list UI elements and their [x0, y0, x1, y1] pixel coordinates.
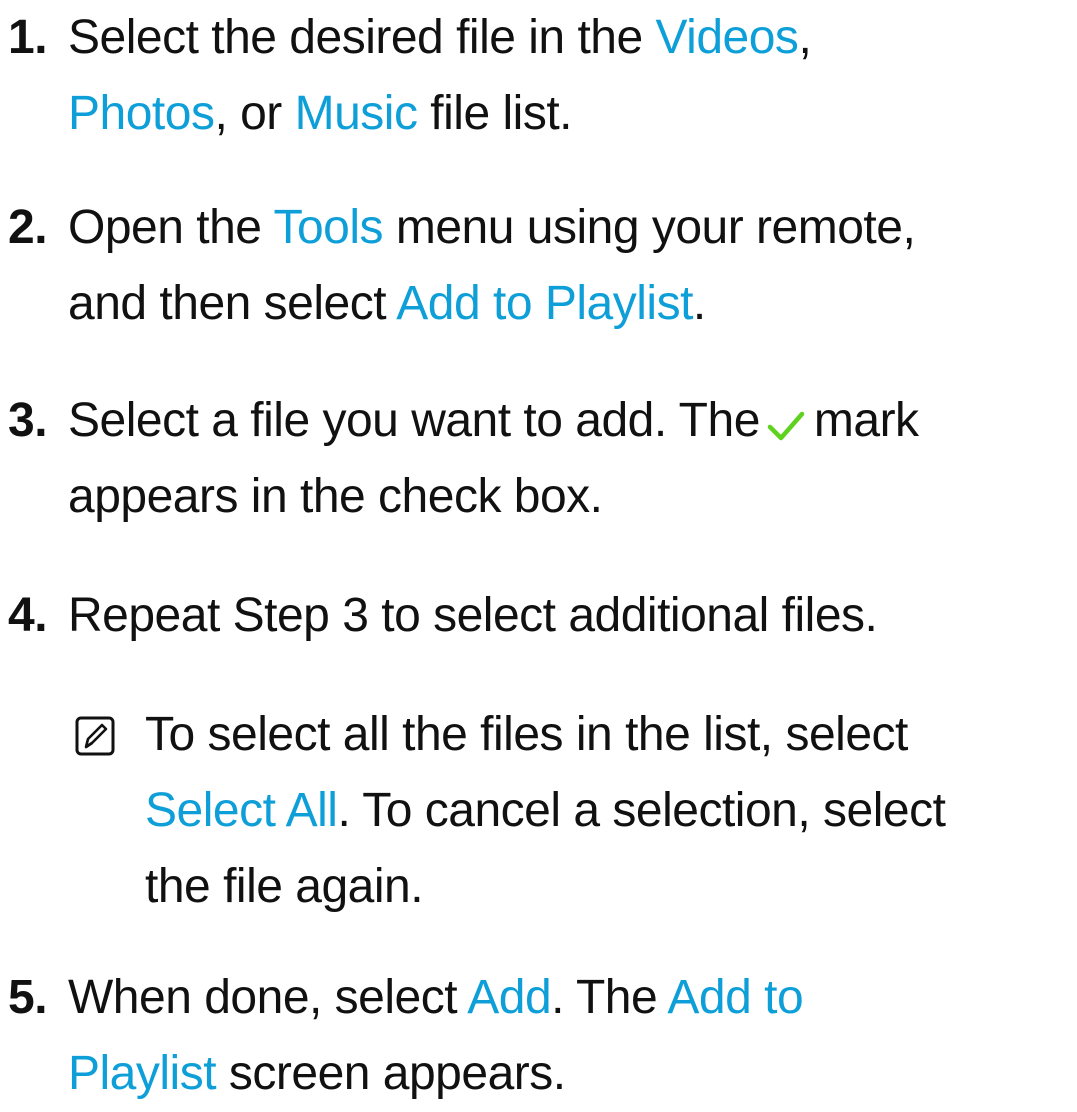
text-run: screen appears.	[216, 1047, 566, 1100]
text-run: Select a file you want to add. The	[68, 394, 760, 447]
step-text: Select a file you want to add. The mark a…	[68, 383, 1071, 535]
ui-term-tools: Tools	[273, 201, 384, 254]
text-run: and then select	[68, 277, 397, 330]
step-line: Select the desired file in the Videos,	[68, 0, 1071, 76]
note-line: To select all the files in the list, sel…	[145, 697, 1071, 773]
step-text: Repeat Step 3 to select additional files…	[68, 578, 1071, 654]
text-run: , or	[214, 87, 295, 140]
text-run: .	[692, 277, 706, 330]
text-run: menu using your remote,	[383, 201, 916, 254]
text-run: To select all the files in the list, sel…	[145, 708, 908, 761]
text-run: When done, select	[68, 971, 468, 1024]
ui-term-music: Music	[294, 87, 418, 140]
step-number: 2.	[8, 201, 48, 254]
step-line: and then select Add to Playlist.	[68, 266, 1071, 342]
text-run: ,	[798, 11, 812, 64]
ui-term-add: Add	[467, 971, 552, 1024]
step-line: Playlist screen appears.	[68, 1036, 1071, 1112]
step-line: Photos, or Music file list.	[68, 76, 1071, 152]
text-run: appears in the check box.	[68, 470, 603, 523]
step-text: When done, select Add. The Add to Playli…	[68, 960, 1071, 1112]
step-line: When done, select Add. The Add to	[68, 960, 1071, 1036]
text-run: Repeat Step 3 to select additional files…	[68, 589, 878, 642]
text-run: mark	[813, 394, 919, 447]
step-line: Repeat Step 3 to select additional files…	[68, 578, 1071, 654]
step-text: Select the desired file in the Videos, P…	[68, 0, 1071, 152]
note-line: Select All. To cancel a selection, selec…	[145, 773, 1071, 849]
text-run: file list.	[417, 87, 572, 140]
text-run: the file again.	[145, 860, 424, 913]
step-text: Open the Tools menu using your remote, a…	[68, 190, 1071, 342]
step-number: 1.	[8, 11, 48, 64]
step-number: 3.	[8, 394, 48, 447]
note-line: the file again.	[145, 849, 1071, 925]
note-icon	[75, 716, 115, 756]
step-line: Select a file you want to add. The mark	[68, 383, 1071, 459]
text-run: . To cancel a selection, select	[337, 784, 946, 837]
ui-term-add-to: Add to	[667, 971, 804, 1024]
step-number: 4.	[8, 589, 48, 642]
text-run: Open the	[68, 201, 274, 254]
text-run: . The	[551, 971, 668, 1024]
text-run: Select the desired file in the	[68, 11, 656, 64]
step-line: appears in the check box.	[68, 459, 1071, 535]
ui-term-photos: Photos	[68, 87, 215, 140]
checkmark-icon	[767, 411, 805, 441]
step-line: Open the Tools menu using your remote,	[68, 190, 1071, 266]
step-number: 5.	[8, 971, 48, 1024]
note-text: To select all the files in the list, sel…	[145, 697, 1071, 925]
ui-term-select-all: Select All	[145, 784, 338, 837]
ui-term-videos: Videos	[655, 11, 799, 64]
ui-term-playlist: Playlist	[68, 1047, 217, 1100]
ui-term-add-to-playlist: Add to Playlist	[396, 277, 693, 330]
